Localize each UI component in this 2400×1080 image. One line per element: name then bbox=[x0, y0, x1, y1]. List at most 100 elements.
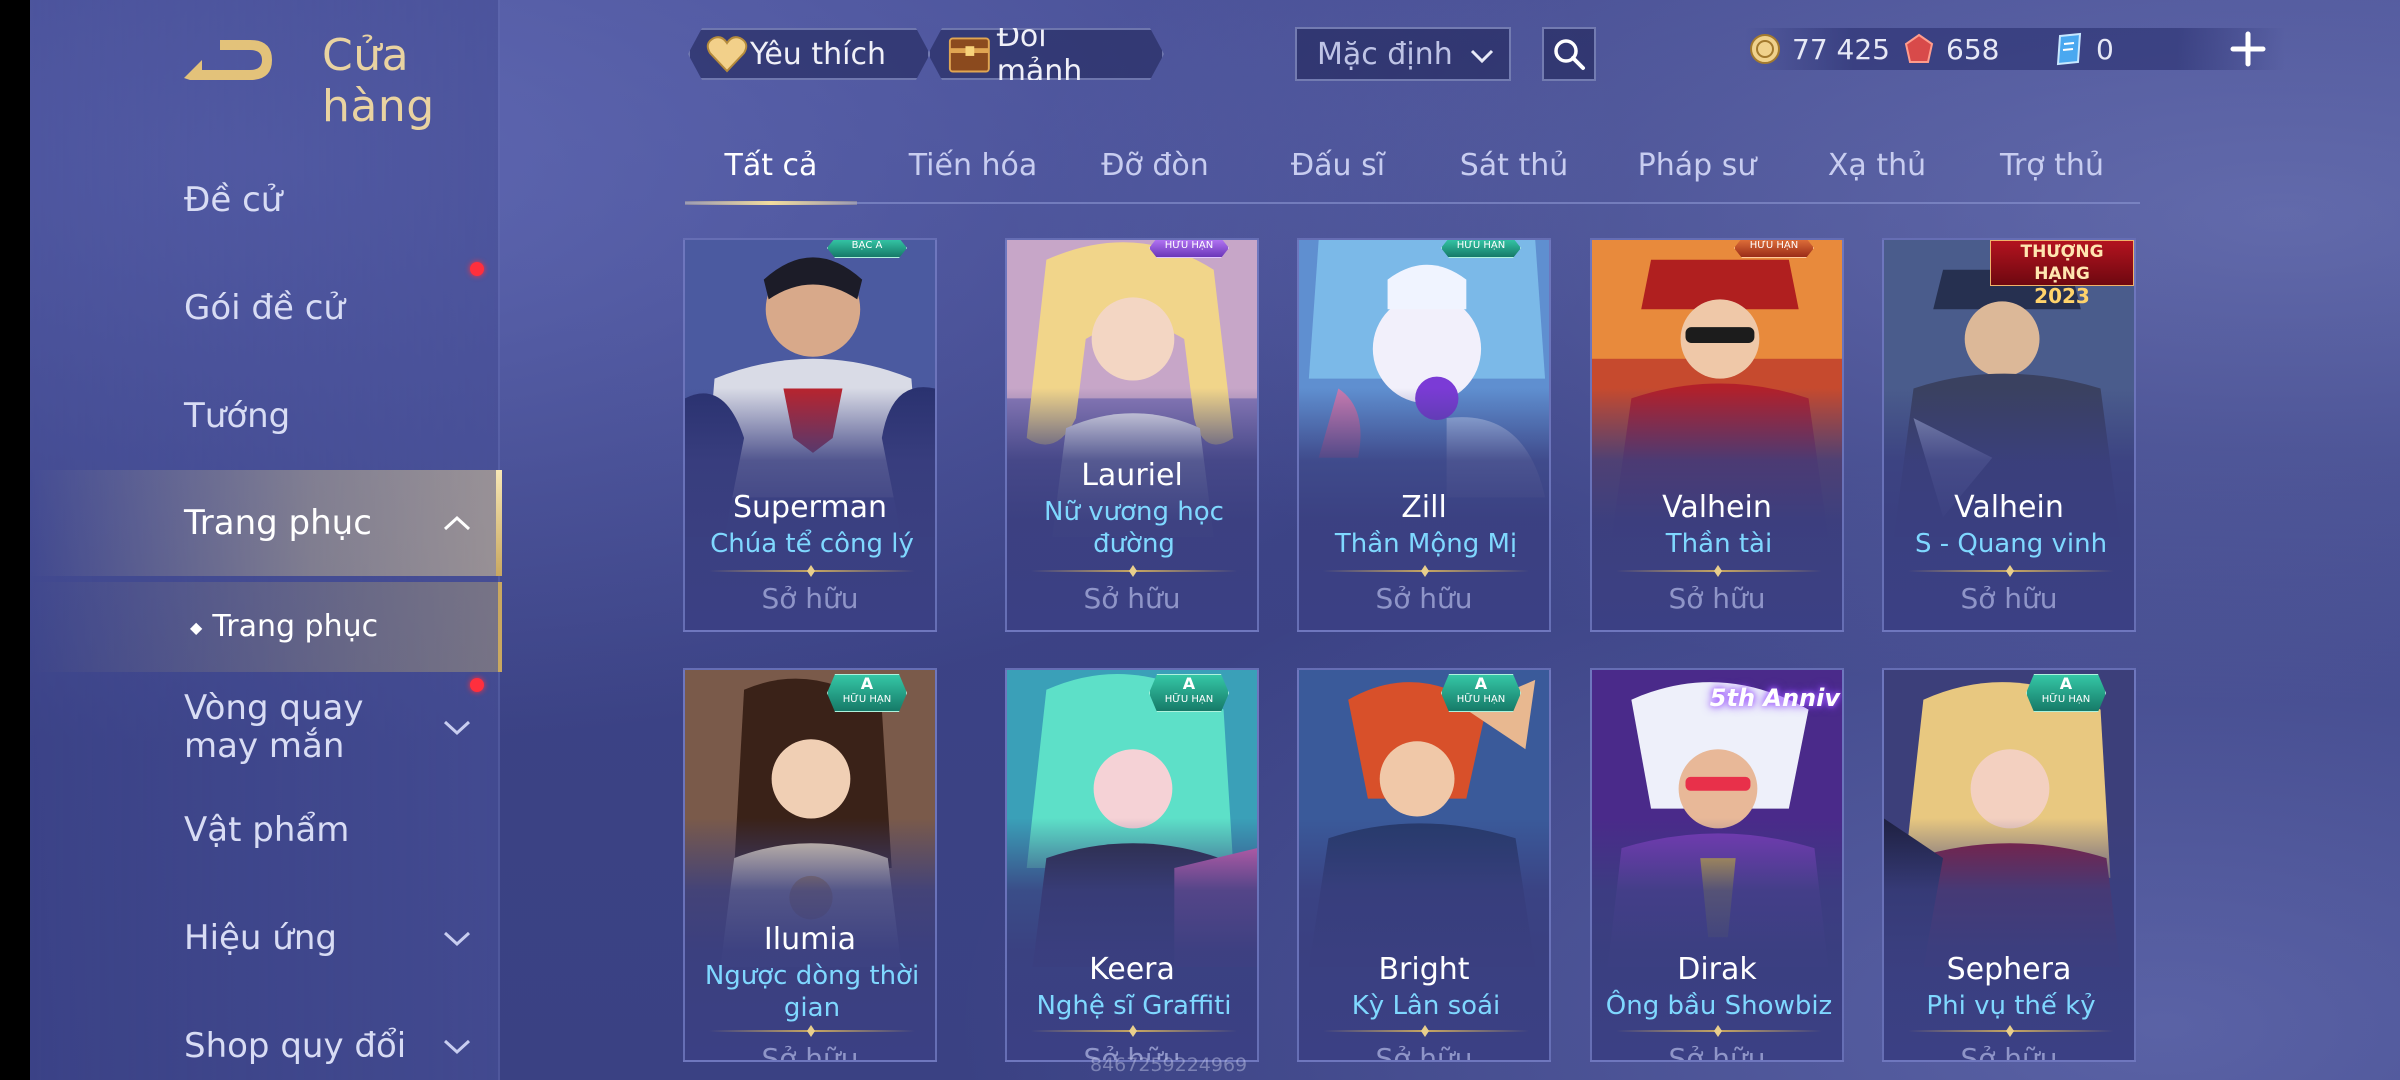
sidebar: Cửa hàng Đề cử Gói đề cử Tướng Trang phụ… bbox=[30, 0, 502, 1080]
treasure-chest-icon bbox=[946, 32, 995, 76]
rarity-badge: HỮU HẠN bbox=[1441, 240, 1521, 258]
sidebar-item-label: Tướng bbox=[184, 396, 291, 436]
skin-card-keera[interactable]: A HỮU HẠN Keera Nghệ sĩ Graffiti Sở hữu bbox=[1005, 668, 1259, 1062]
tab-support[interactable]: Trợ thủ bbox=[1987, 148, 2117, 183]
sidebar-item-recommended[interactable]: Đề cử bbox=[30, 150, 500, 250]
divider bbox=[1616, 570, 1822, 572]
divider bbox=[1908, 1030, 2114, 1032]
divider bbox=[1031, 1030, 1237, 1032]
tab-tank[interactable]: Đỡ đòn bbox=[1085, 148, 1225, 183]
skin-card-bright[interactable]: A HỮU HẠN Bright Kỳ Lân soái Sở hữu bbox=[1297, 668, 1551, 1062]
owned-status: Sở hữu bbox=[1960, 1042, 2058, 1062]
heart-icon bbox=[706, 35, 748, 73]
chevron-down-icon bbox=[443, 1039, 471, 1055]
skin-name: Nữ vương học đường bbox=[1044, 497, 1224, 559]
tab-mage[interactable]: Pháp sư bbox=[1627, 148, 1767, 183]
owned-status: Sở hữu bbox=[761, 1042, 859, 1062]
hero-name: Bright bbox=[1378, 952, 1470, 987]
tab-all[interactable]: Tất cả bbox=[685, 148, 857, 183]
sidebar-item-exchange-shop[interactable]: Shop quy đổi bbox=[30, 996, 500, 1080]
tab-evolution[interactable]: Tiến hóa bbox=[898, 148, 1048, 183]
divider bbox=[1323, 1030, 1529, 1032]
skin-name: Thần Mộng Mị bbox=[1334, 529, 1518, 559]
card-shade bbox=[1299, 818, 1549, 1060]
plus-icon bbox=[2230, 31, 2266, 67]
sidebar-item-recommended-bundles[interactable]: Gói đề cử bbox=[30, 258, 500, 358]
skin-card-sephera[interactable]: A HỮU HẠN Sephera Phi vụ thế kỷ Sở hữu bbox=[1882, 668, 2136, 1062]
notification-dot bbox=[470, 678, 484, 692]
skin-card-zill[interactable]: HỮU HẠN Zill Thần Mộng Mị Sở hữu bbox=[1297, 238, 1551, 632]
page-title: Cửa hàng bbox=[322, 30, 435, 132]
exchange-fragments-button[interactable]: Đổi mảnh bbox=[928, 28, 1164, 80]
hero-name: Sephera bbox=[1946, 952, 2072, 987]
bullet-icon: ◆ bbox=[190, 617, 203, 637]
owned-status: Sở hữu bbox=[1668, 1042, 1766, 1062]
voucher-amount: 0 bbox=[2096, 32, 2114, 66]
divider bbox=[709, 570, 915, 572]
sidebar-item-label: Gói đề cử bbox=[184, 288, 345, 328]
ruby-amount: 658 bbox=[1946, 32, 2000, 66]
tab-fighter[interactable]: Đấu sĩ bbox=[1273, 148, 1403, 183]
sidebar-item-skins[interactable]: Trang phục bbox=[30, 470, 502, 576]
active-tab-indicator bbox=[685, 201, 857, 205]
back-button[interactable] bbox=[180, 30, 280, 90]
tab-marksman[interactable]: Xạ thủ bbox=[1812, 148, 1942, 183]
sidebar-item-label: Vòng quay may mắn bbox=[184, 688, 364, 766]
favorites-button[interactable]: Yêu thích bbox=[688, 28, 930, 80]
sort-dropdown[interactable]: Mặc định bbox=[1295, 27, 1511, 81]
skin-name: Ông bầu Showbiz bbox=[1605, 991, 1833, 1021]
rarity-badge: A HỮU HẠN bbox=[2026, 674, 2106, 712]
gold-balance: 77 425 bbox=[1748, 28, 1890, 70]
gold-amount: 77 425 bbox=[1792, 32, 1890, 66]
hero-name: Lauriel bbox=[1081, 458, 1183, 493]
gold-coin-icon bbox=[1750, 34, 1780, 64]
divider bbox=[1616, 1030, 1822, 1032]
rarity-badge: A HỮU HẠN bbox=[1441, 674, 1521, 712]
chevron-up-icon bbox=[443, 515, 471, 531]
divider bbox=[709, 1030, 915, 1032]
skin-card-superman[interactable]: BẠC A Superman Chúa tể công lý Sở hữu bbox=[683, 238, 937, 632]
card-shade bbox=[1592, 818, 1842, 1060]
search-button[interactable] bbox=[1542, 27, 1596, 81]
watermark: 8467259224969 bbox=[1090, 1054, 1248, 1076]
exchange-label: Đổi mảnh bbox=[996, 19, 1083, 89]
hero-name: Valhein bbox=[1954, 490, 2064, 525]
notification-dot bbox=[470, 262, 484, 276]
chevron-down-icon bbox=[1470, 49, 1494, 64]
add-currency-button[interactable] bbox=[2225, 26, 2271, 72]
anniversary-badge: 5th Anniv bbox=[1709, 684, 1840, 712]
sidebar-item-effects[interactable]: Hiệu ứng bbox=[30, 888, 500, 988]
skin-name: Ngược dòng thời gian bbox=[704, 961, 920, 1023]
owned-status: Sở hữu bbox=[1375, 582, 1473, 615]
tab-assassin[interactable]: Sát thủ bbox=[1449, 148, 1579, 183]
sort-value: Mặc định bbox=[1317, 36, 1453, 72]
voucher-balance: 0 bbox=[2052, 28, 2114, 70]
hero-name: Superman bbox=[733, 490, 887, 525]
rarity-badge: HỮU HẠN bbox=[1149, 240, 1229, 258]
ruby-balance: 658 bbox=[1902, 28, 1999, 70]
skin-card-lauriel[interactable]: HỮU HẠN Lauriel Nữ vương học đường Sở hữ… bbox=[1005, 238, 1259, 632]
sidebar-item-heroes[interactable]: Tướng bbox=[30, 366, 500, 466]
skin-name: S - Quang vinh bbox=[1914, 529, 2108, 559]
rank-badge: THƯỢNG HẠNG 2023 bbox=[1990, 240, 2134, 307]
sidebar-item-items[interactable]: Vật phẩm bbox=[30, 780, 500, 880]
divider bbox=[1908, 570, 2114, 572]
hero-name: Ilumia bbox=[763, 922, 857, 957]
category-tabs: Tất cả Tiến hóa Đỡ đòn Đấu sĩ Sát thủ Ph… bbox=[685, 140, 2140, 205]
skin-card-valhein-god-of-wealth[interactable]: HỮU HẠN Valhein Thần tài Sở hữu bbox=[1590, 238, 1844, 632]
divider bbox=[1323, 570, 1529, 572]
sidebar-item-label: Hiệu ứng bbox=[184, 918, 337, 958]
skin-name: Thần tài bbox=[1665, 529, 1773, 559]
owned-status: Sở hữu bbox=[1375, 1042, 1473, 1062]
voucher-icon bbox=[2056, 32, 2082, 66]
skin-card-ilumia[interactable]: A HỮU HẠN Ilumia Ngược dòng thời gian Sở … bbox=[683, 668, 937, 1062]
skin-card-dirak[interactable]: 5th Anniv Dirak Ông bầu Showbiz Sở hữu bbox=[1590, 668, 1844, 1062]
skin-card-valhein-glory[interactable]: THƯỢNG HẠNG 2023 Valhein S - Quang vinh … bbox=[1882, 238, 2136, 632]
sidebar-item-lucky-wheel[interactable]: Vòng quay may mắn bbox=[30, 672, 500, 782]
rarity-badge: A HỮU HẠN bbox=[1149, 674, 1229, 712]
sidebar-item-label: Vật phẩm bbox=[184, 810, 350, 850]
search-icon bbox=[1554, 39, 1585, 70]
shop-screen: Cửa hàng Đề cử Gói đề cử Tướng Trang phụ… bbox=[30, 0, 2400, 1080]
sidebar-subitem-skins[interactable]: ◆ Trang phục bbox=[30, 582, 502, 672]
sidebar-item-label: Trang phục bbox=[212, 609, 379, 644]
